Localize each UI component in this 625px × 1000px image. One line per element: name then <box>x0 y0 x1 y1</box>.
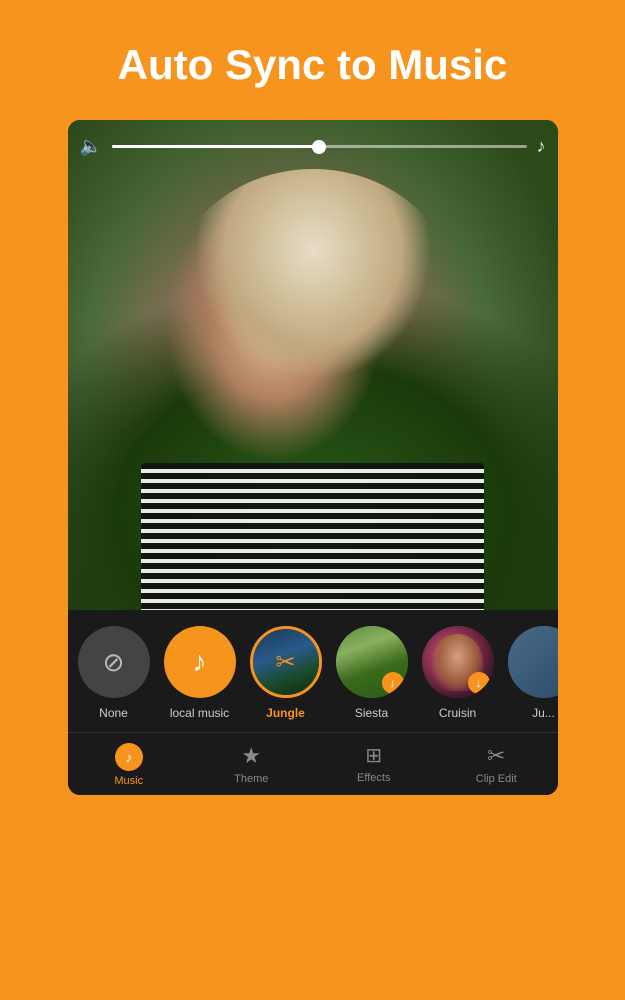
music-item-none[interactable]: ⊘ None <box>78 626 150 720</box>
shirt-stripes <box>141 463 484 610</box>
music-circle-jungle: ✂ <box>250 626 322 698</box>
music-item-partial[interactable]: Ju... <box>508 626 558 720</box>
tab-label-theme: Theme <box>234 773 268 785</box>
tab-label-effects: Effects <box>357 772 390 784</box>
hair-overlay <box>166 169 460 439</box>
progress-track[interactable] <box>112 145 527 148</box>
music-label-none: None <box>99 706 128 720</box>
scissors-icon: ✂ <box>275 648 295 677</box>
music-options-row: ⊘ None ♪ local music ✂ Jungle <box>68 626 558 720</box>
music-label-cruisin: Cruisin <box>439 706 476 720</box>
music-label-jungle: Jungle <box>266 706 305 720</box>
tab-music[interactable]: ♪ Music <box>68 739 191 791</box>
volume-icon: 🔈 <box>80 136 102 157</box>
music-item-cruisin[interactable]: ↓ Cruisin <box>422 626 494 720</box>
tab-label-music: Music <box>114 775 143 787</box>
local-music-icon: ♪ <box>193 646 207 678</box>
video-preview: 🔈 ♪ <box>68 120 558 610</box>
header: Auto Sync to Music <box>0 0 625 120</box>
music-circle-local: ♪ <box>164 626 236 698</box>
music-circle-none: ⊘ <box>78 626 150 698</box>
tab-label-clip-edit: Clip Edit <box>476 773 517 785</box>
siesta-download-badge: ↓ <box>382 672 404 694</box>
screen-container: 🔈 ♪ ⊘ None ♪ local music <box>68 120 558 795</box>
music-item-local[interactable]: ♪ local music <box>164 626 236 720</box>
effects-icon: ⊞ <box>365 743 382 768</box>
none-icon: ⊘ <box>103 647 125 678</box>
bottom-panel: ⊘ None ♪ local music ✂ Jungle <box>68 610 558 732</box>
music-circle-partial <box>508 626 558 698</box>
music-label-siesta: Siesta <box>355 706 388 720</box>
music-tab-note-icon: ♪ <box>125 749 132 765</box>
playback-bar: 🔈 ♪ <box>80 136 546 157</box>
theme-star-icon: ★ <box>241 743 261 769</box>
progress-thumb <box>312 140 326 154</box>
progress-fill <box>112 145 319 148</box>
tab-theme[interactable]: ★ Theme <box>190 739 313 791</box>
music-circle-cruisin: ↓ <box>422 626 494 698</box>
music-circle-siesta: ↓ <box>336 626 408 698</box>
music-tab-icon: ♪ <box>115 743 143 771</box>
music-item-siesta[interactable]: ↓ Siesta <box>336 626 408 720</box>
clip-edit-scissors-icon: ✂ <box>487 743 505 769</box>
music-note-icon: ♪ <box>537 136 546 157</box>
tab-clip-edit[interactable]: ✂ Clip Edit <box>435 739 558 791</box>
page-title: Auto Sync to Music <box>20 40 605 90</box>
cruisin-download-badge: ↓ <box>468 672 490 694</box>
music-item-jungle[interactable]: ✂ Jungle <box>250 626 322 720</box>
tab-bar: ♪ Music ★ Theme ⊞ Effects ✂ Clip Edit <box>68 732 558 795</box>
music-label-local: local music <box>170 706 229 720</box>
tab-effects[interactable]: ⊞ Effects <box>313 739 436 791</box>
partial-bg <box>508 626 558 698</box>
music-label-partial: Ju... <box>532 706 555 720</box>
